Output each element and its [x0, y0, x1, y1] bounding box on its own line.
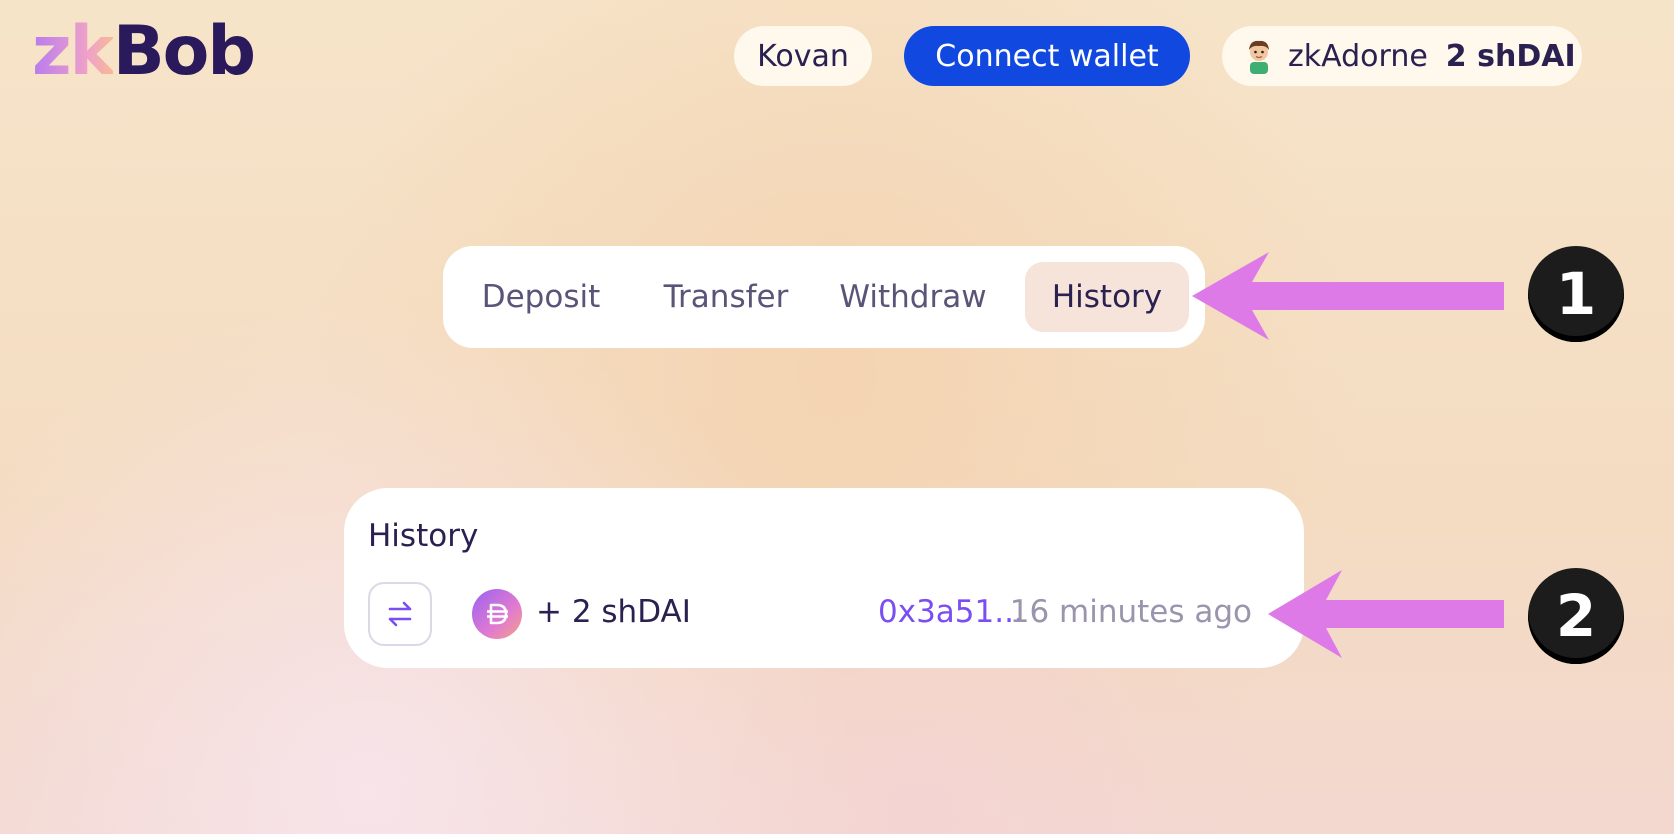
annotation-badge-1: 1: [1528, 246, 1624, 342]
history-title: History: [368, 518, 479, 554]
tab-bar: Deposit Transfer Withdraw History: [443, 246, 1205, 348]
avatar-icon: [1244, 38, 1274, 74]
history-card: History + 2 shDAI 0x3a51... 16 minutes a…: [344, 488, 1304, 668]
tab-deposit[interactable]: Deposit: [463, 262, 619, 332]
transaction-hash-link[interactable]: 0x3a51...: [878, 594, 1024, 630]
tab-history[interactable]: History: [1025, 262, 1189, 332]
tab-transfer[interactable]: Transfer: [645, 262, 807, 332]
annotation-arrow-2: [1268, 570, 1504, 658]
dai-token-icon: [472, 589, 522, 639]
connect-wallet-label: Connect wallet: [935, 38, 1159, 74]
tab-withdraw[interactable]: Withdraw: [829, 262, 997, 332]
zkbob-logo[interactable]: zkBob: [32, 18, 256, 86]
logo-zk-text: zk: [32, 12, 115, 91]
account-balance: 2 shDAI: [1445, 38, 1576, 74]
account-button[interactable]: zkAdorne 2 shDAI: [1222, 26, 1582, 86]
network-label: Kovan: [757, 38, 849, 74]
transfer-arrows-icon: [368, 582, 432, 646]
history-row[interactable]: + 2 shDAI 0x3a51... 16 minutes ago: [368, 582, 1280, 646]
network-selector[interactable]: Kovan: [734, 26, 872, 86]
transaction-amount: + 2 shDAI: [536, 594, 691, 630]
annotation-badge-2: 2: [1528, 568, 1624, 664]
account-name: zkAdorne: [1288, 38, 1428, 74]
transaction-time: 16 minutes ago: [1009, 594, 1252, 630]
logo-bob-text: Bob: [112, 12, 256, 91]
annotation-arrow-1: [1192, 252, 1504, 340]
connect-wallet-button[interactable]: Connect wallet: [904, 26, 1190, 86]
